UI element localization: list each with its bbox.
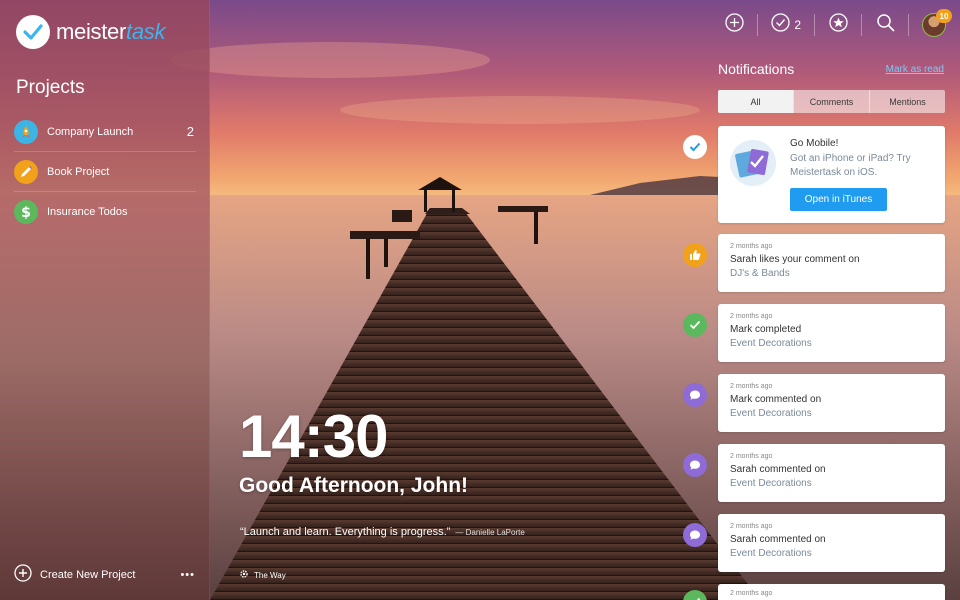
notification-text: Mark completed (730, 324, 802, 335)
toolbar-divider (861, 14, 862, 36)
top-toolbar: 2 10 (724, 9, 952, 39)
tab-all[interactable]: All (718, 90, 793, 113)
more-options-button[interactable]: ••• (180, 569, 195, 581)
promo-title: Go Mobile! (790, 138, 839, 149)
greeting-text: Good Afternoon, John! (239, 474, 469, 497)
project-count: 2 (186, 124, 194, 139)
sidebar: meistertask Projects Company Launch 2 Bo… (0, 0, 210, 600)
photo-credit-label: The Way (254, 570, 286, 580)
notification-tabs: All Comments Mentions (718, 90, 945, 113)
project-item-company-launch[interactable]: Company Launch 2 (14, 112, 196, 152)
pencil-icon (14, 159, 38, 184)
notification-time: 2 months ago (730, 383, 773, 390)
notification-card[interactable]: 2 months ago (718, 584, 945, 600)
daily-quote: “Launch and learn. Everything is progres… (240, 526, 525, 538)
notification-item: 2 months ago Sarah likes your comment on… (682, 234, 946, 292)
notification-text: Sarah commented on (730, 534, 826, 545)
check-circle-icon (771, 13, 790, 37)
notification-target: DJ's & Bands (730, 268, 790, 279)
user-avatar[interactable]: 10 (922, 9, 952, 37)
notification-card[interactable]: 2 months ago Sarah commented on Event De… (718, 444, 945, 502)
create-project-label: Create New Project (40, 569, 136, 581)
notification-text: Mark commented on (730, 394, 822, 405)
notification-time: 2 months ago (730, 453, 773, 460)
notification-promo: Go Mobile! Got an iPhone or iPad? Try Me… (682, 126, 946, 223)
notification-item: 2 months ago Sarah commented on Event De… (682, 444, 946, 502)
photo-credit[interactable]: The Way (239, 569, 286, 581)
project-list: Company Launch 2 Book Project $ Insuranc… (14, 112, 196, 232)
notification-time: 2 months ago (730, 590, 773, 597)
check-icon (683, 590, 707, 600)
notification-time: 2 months ago (730, 243, 773, 250)
tab-comments[interactable]: Comments (793, 90, 869, 113)
star-icon (828, 13, 848, 37)
gear-icon (239, 569, 249, 581)
notifications-heading: Notifications (718, 61, 795, 77)
notification-target: Event Decorations (730, 478, 812, 489)
mark-as-read-link[interactable]: Mark as read (886, 64, 944, 75)
rocket-icon (14, 119, 38, 144)
add-icon (725, 13, 744, 37)
project-label: Insurance Todos (47, 206, 128, 218)
tasks-count: 2 (794, 18, 801, 32)
project-label: Company Launch (47, 125, 134, 138)
thumbs-up-icon (683, 243, 707, 267)
notification-card[interactable]: 2 months ago Mark commented on Event Dec… (718, 374, 945, 432)
project-item-book-project[interactable]: Book Project (14, 152, 196, 192)
add-circle-icon (14, 563, 32, 587)
notification-item: 2 months ago Sarah commented on Event De… (682, 514, 946, 572)
create-project-button[interactable]: Create New Project (14, 563, 136, 587)
clock-time: 14:30 (239, 403, 388, 470)
svg-text:$: $ (21, 205, 31, 220)
search-icon (876, 13, 895, 37)
notification-time: 2 months ago (730, 313, 773, 320)
notification-card[interactable]: 2 months ago Sarah likes your comment on… (718, 234, 945, 292)
quote-text: “Launch and learn. Everything is progres… (240, 526, 451, 538)
mobile-devices-icon (728, 138, 778, 188)
sidebar-footer: Create New Project ••• (14, 563, 195, 587)
projects-heading: Projects (16, 77, 85, 98)
notification-card[interactable]: 2 months ago Sarah commented on Event De… (718, 514, 945, 572)
logo-check-icon (16, 15, 50, 49)
project-label: Book Project (47, 165, 110, 178)
notification-text: Sarah commented on (730, 464, 826, 475)
notification-item: 2 months ago Mark completed Event Decora… (682, 304, 946, 362)
check-icon (683, 313, 707, 337)
logo-wordmark: meistertask (56, 19, 166, 44)
my-tasks-button[interactable]: 2 (771, 11, 801, 39)
comment-icon (683, 523, 707, 547)
notification-text: Sarah likes your comment on (730, 254, 860, 265)
notification-target: Event Decorations (730, 338, 812, 349)
promo-text: Got an iPhone or iPad? Try Meistertask o… (790, 153, 911, 178)
comment-icon (683, 453, 707, 477)
toolbar-divider (814, 14, 815, 36)
notification-target: Event Decorations (730, 548, 812, 559)
dollar-icon: $ (14, 200, 38, 224)
tab-mentions[interactable]: Mentions (869, 90, 945, 113)
notification-item: 2 months ago Mark commented on Event Dec… (682, 374, 946, 432)
toolbar-divider (757, 14, 759, 36)
check-icon (683, 135, 707, 159)
favorites-button[interactable] (828, 11, 848, 39)
app-logo[interactable]: meistertask (16, 15, 165, 49)
notification-time: 2 months ago (730, 523, 773, 530)
notification-target: Event Decorations (730, 408, 812, 419)
comment-icon (683, 383, 707, 407)
notification-card[interactable]: 2 months ago Mark completed Event Decora… (718, 304, 945, 362)
search-button[interactable] (875, 11, 895, 39)
quote-author: — Danielle LaPorte (455, 528, 525, 537)
notification-badge: 10 (936, 9, 952, 23)
notification-item: 2 months ago (682, 584, 946, 600)
add-button[interactable] (724, 11, 744, 39)
toolbar-divider (908, 14, 909, 36)
project-item-insurance-todos[interactable]: $ Insurance Todos (14, 192, 196, 232)
promo-card: Go Mobile! Got an iPhone or iPad? Try Me… (718, 126, 945, 223)
open-itunes-button[interactable]: Open in iTunes (790, 188, 887, 211)
